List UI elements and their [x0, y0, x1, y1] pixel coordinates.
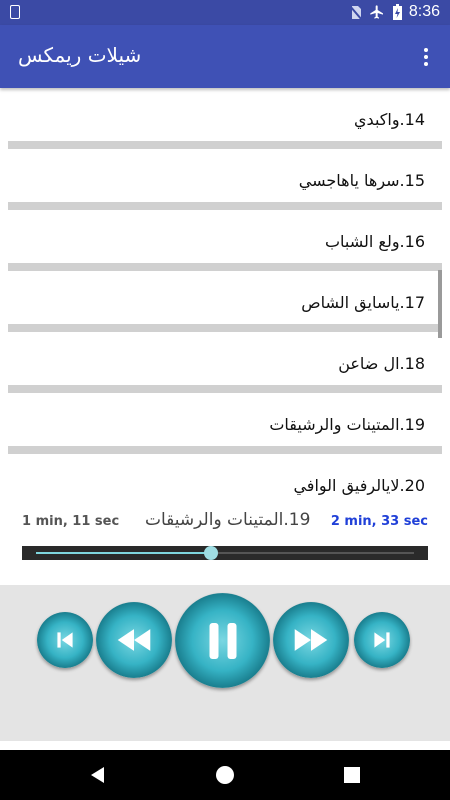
track-label: 16.ولع الشباب — [324, 232, 425, 251]
track-label: 20.لايالرفيق الوافي — [293, 476, 425, 495]
now-playing-title: 19.المتينات والرشيقات — [145, 510, 311, 530]
track-list: 14.واكبدي 15.سرها ياهاجسي 16.ولع الشباب … — [0, 88, 450, 508]
seek-bar[interactable] — [22, 546, 428, 560]
skip-next-button[interactable] — [354, 612, 410, 668]
battery-charging-icon — [393, 4, 402, 20]
system-nav-bar — [0, 750, 450, 800]
track-row-15[interactable]: 15.سرها ياهاجسي — [0, 149, 450, 210]
rewind-button[interactable] — [96, 602, 172, 678]
skip-previous-button[interactable] — [37, 612, 93, 668]
skip-previous-icon — [57, 632, 73, 648]
track-label: 17.ياسايق الشاص — [301, 293, 425, 312]
playback-controls — [0, 585, 450, 741]
row-divider — [8, 263, 442, 271]
row-divider — [8, 385, 442, 393]
sd-card-icon — [10, 5, 20, 19]
track-row-17[interactable]: 17.ياسايق الشاص — [0, 271, 450, 332]
airplane-icon — [370, 5, 383, 19]
status-bar: 8:36 — [0, 0, 450, 25]
track-row-18[interactable]: 18.ال ضاعن — [0, 332, 450, 393]
status-time: 8:36 — [408, 3, 440, 20]
row-divider — [8, 202, 442, 210]
track-row-20[interactable]: 20.لايالرفيق الوافي — [0, 454, 450, 508]
track-row-14[interactable]: 14.واكبدي — [0, 88, 450, 149]
track-label: 15.سرها ياهاجسي — [298, 171, 425, 190]
pause-icon — [209, 622, 236, 659]
overflow-menu-icon[interactable] — [418, 45, 434, 69]
row-divider — [8, 324, 442, 332]
app-title: شيلات ريمكس — [18, 43, 142, 67]
fast-forward-icon — [294, 629, 328, 651]
track-label: 19.المتينات والرشيقات — [269, 415, 425, 434]
rewind-icon — [117, 629, 151, 651]
row-divider — [8, 446, 442, 454]
no-sim-icon — [350, 5, 362, 20]
home-icon[interactable] — [215, 765, 235, 785]
list-scrollbar[interactable] — [438, 270, 442, 338]
total-duration: 2 min, 33 sec — [330, 514, 428, 529]
fast-forward-button[interactable] — [273, 602, 349, 678]
row-divider — [8, 141, 442, 149]
track-label: 18.ال ضاعن — [338, 354, 425, 373]
track-row-16[interactable]: 16.ولع الشباب — [0, 210, 450, 271]
track-label: 14.واكبدي — [354, 110, 425, 129]
seek-progress — [36, 552, 211, 554]
recents-icon[interactable] — [343, 766, 361, 784]
skip-next-icon — [374, 632, 390, 648]
back-icon[interactable] — [88, 765, 108, 785]
seek-thumb[interactable] — [204, 546, 218, 560]
track-row-19[interactable]: 19.المتينات والرشيقات — [0, 393, 450, 454]
footer-strip — [0, 741, 450, 750]
elapsed-time: 1 min, 11 sec — [22, 514, 120, 529]
app-bar: شيلات ريمكس — [0, 25, 450, 88]
pause-button[interactable] — [175, 593, 270, 688]
